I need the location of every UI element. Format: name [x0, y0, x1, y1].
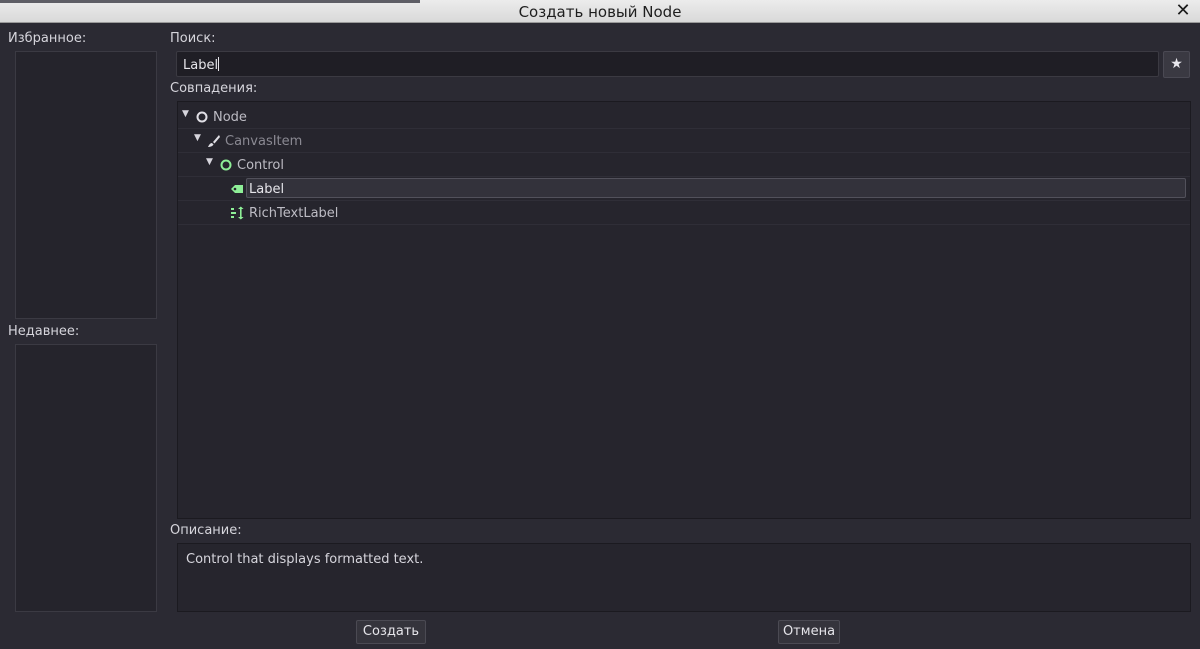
- search-input-value: Label: [183, 58, 219, 73]
- search-input[interactable]: Label: [176, 51, 1159, 77]
- node-circle-icon: [196, 111, 208, 123]
- search-label: Поиск:: [170, 31, 216, 46]
- tree-row-canvasitem[interactable]: ▼ CanvasItem: [178, 129, 1190, 153]
- tree-item-label: Label: [249, 182, 285, 197]
- close-icon[interactable]: ✕: [1174, 1, 1192, 21]
- favorites-list[interactable]: [15, 51, 157, 319]
- matches-tree[interactable]: ▼ Node ▼ CanvasItem ▼ Control Label Rich…: [177, 101, 1191, 519]
- tree-item-label: RichTextLabel: [249, 206, 339, 221]
- matches-label: Совпадения:: [170, 81, 258, 96]
- recent-list[interactable]: [15, 344, 157, 612]
- tree-item-label: Node: [213, 110, 247, 125]
- collapse-arrow-icon[interactable]: ▼: [206, 157, 213, 167]
- description-panel: Control that displays formatted text.: [177, 543, 1191, 612]
- tree-row-control[interactable]: ▼ Control: [178, 153, 1190, 177]
- text-caret: [218, 57, 220, 71]
- tree-row-node[interactable]: ▼ Node: [178, 105, 1190, 129]
- rich-text-icon: [231, 206, 244, 220]
- tree-row-richtextlabel[interactable]: RichTextLabel: [178, 201, 1190, 225]
- collapse-arrow-icon[interactable]: ▼: [182, 109, 189, 119]
- create-button[interactable]: Создать: [356, 620, 426, 644]
- collapse-arrow-icon[interactable]: ▼: [194, 133, 201, 143]
- recent-label: Недавнее:: [8, 324, 80, 339]
- window-title: Создать новый Node: [518, 3, 682, 21]
- star-icon: ★: [1170, 56, 1183, 72]
- favorite-star-button[interactable]: ★: [1163, 51, 1190, 78]
- title-bar: Создать новый Node ✕: [0, 0, 1200, 23]
- favorites-label: Избранное:: [8, 31, 87, 46]
- description-text: Control that displays formatted text.: [186, 552, 424, 567]
- tree-item-label: Control: [237, 158, 284, 173]
- cancel-button[interactable]: Отмена: [778, 620, 840, 644]
- tree-item-label: CanvasItem: [225, 134, 303, 149]
- description-label: Описание:: [170, 523, 242, 538]
- label-tag-icon: [231, 185, 243, 193]
- tree-row-label[interactable]: Label: [178, 177, 1190, 201]
- brush-icon: [208, 135, 220, 147]
- control-circle-icon: [220, 159, 232, 171]
- selection-highlight: [246, 178, 1186, 198]
